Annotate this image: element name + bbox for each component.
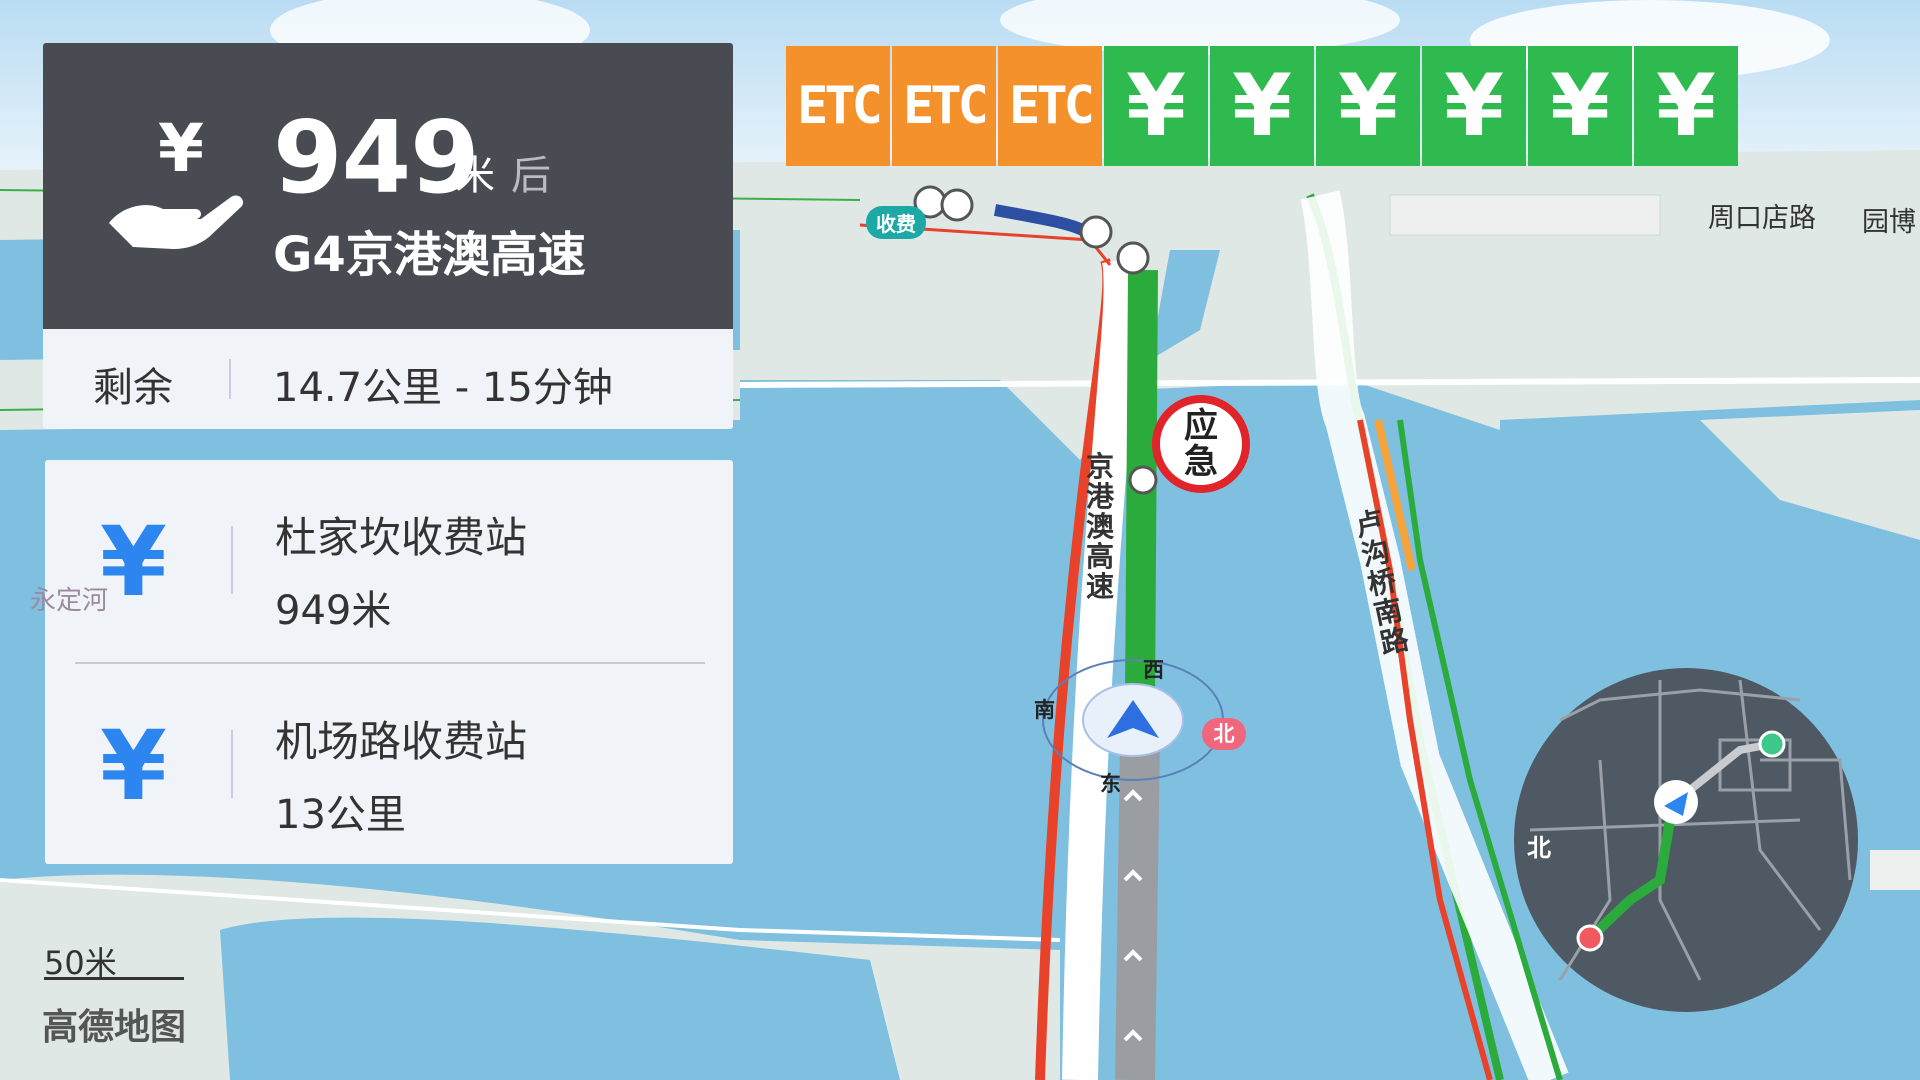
divider bbox=[229, 359, 231, 399]
compass-west: 西 bbox=[1143, 658, 1164, 682]
compass-south: 南 bbox=[1034, 698, 1055, 722]
toll-station-item[interactable]: ¥ 机场路收费站 13公里 bbox=[45, 664, 733, 864]
remaining-trip-bar[interactable]: 剩余 14.7公里 - 15分钟 bbox=[43, 329, 733, 429]
next-maneuver-panel: ¥ 949 米 后 G4京港澳高速 bbox=[43, 43, 733, 329]
lane-cash: ¥ bbox=[1316, 46, 1420, 166]
brand-logo: 高德地图 bbox=[42, 1007, 187, 1048]
minimap-north-label: 北 bbox=[1527, 834, 1551, 862]
lane-cash: ¥ bbox=[1104, 46, 1208, 166]
lane-cash: ¥ bbox=[1422, 46, 1526, 166]
toll-station-item[interactable]: ¥ 杜家坎收费站 949米 bbox=[45, 460, 733, 660]
toll-station-list[interactable]: ¥ 杜家坎收费站 949米 ¥ 机场路收费站 13公里 bbox=[45, 460, 733, 864]
lane-etc: ETC bbox=[786, 46, 890, 166]
toll-station-name: 杜家坎收费站 bbox=[275, 513, 528, 562]
lane-etc: ETC bbox=[892, 46, 996, 166]
compass-north-badge[interactable]: 北 bbox=[1202, 718, 1246, 750]
lane-etc: ETC bbox=[998, 46, 1102, 166]
road-label: 周口店路 bbox=[1708, 203, 1816, 234]
lane-cash: ¥ bbox=[1528, 46, 1632, 166]
road-label: 园博 bbox=[1862, 207, 1916, 238]
yen-icon: ¥ bbox=[100, 710, 167, 822]
distance-after-label: 后 bbox=[511, 153, 551, 199]
river-label: 永定河 bbox=[30, 586, 109, 616]
divider bbox=[231, 730, 233, 798]
scale-bar bbox=[44, 977, 184, 980]
svg-text:¥: ¥ bbox=[158, 113, 204, 187]
compass-east: 东 bbox=[1100, 772, 1121, 796]
lane-cash: ¥ bbox=[1210, 46, 1314, 166]
highway-label: 京港澳高速 bbox=[1086, 450, 1115, 603]
lane-cash: ¥ bbox=[1634, 46, 1738, 166]
remaining-label: 剩余 bbox=[93, 365, 173, 411]
next-road-name: G4京港澳高速 bbox=[273, 227, 586, 283]
toll-station-name: 机场路收费站 bbox=[275, 717, 528, 766]
toll-lane-bar: ETC ETC ETC ¥ ¥ ¥ ¥ ¥ ¥ bbox=[786, 46, 1740, 166]
remaining-value: 14.7公里 - 15分钟 bbox=[273, 365, 613, 411]
toll-hand-yen-icon: ¥ bbox=[109, 113, 244, 249]
distance-unit: 米 bbox=[455, 153, 495, 199]
toll-station-distance: 949米 bbox=[275, 588, 392, 634]
yen-icon: ¥ bbox=[100, 506, 167, 618]
emergency-label: 应急 bbox=[1184, 406, 1218, 482]
maneuver-distance: 949 bbox=[273, 99, 480, 216]
divider bbox=[231, 526, 233, 594]
toll-marker[interactable]: 收费 bbox=[866, 206, 926, 239]
toll-station-distance: 13公里 bbox=[275, 792, 406, 838]
emergency-lane-marker[interactable]: 应急 bbox=[1152, 395, 1250, 493]
